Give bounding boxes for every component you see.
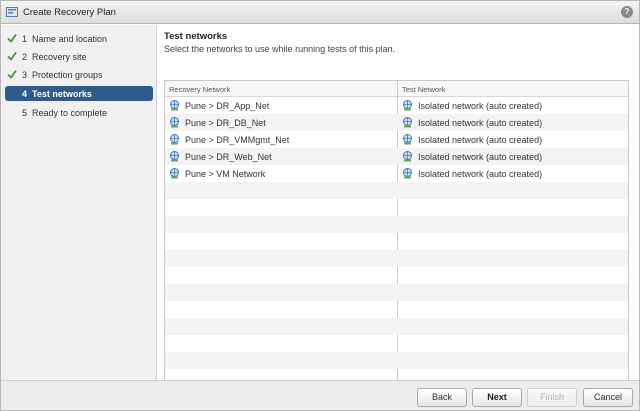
empty-row — [165, 182, 628, 199]
test-network-name: Isolated network (auto created) — [418, 100, 543, 111]
table-row[interactable]: Pune > VM Network Isolated network (auto… — [165, 165, 628, 182]
network-icon — [170, 117, 179, 128]
empty-row — [165, 301, 628, 318]
finish-button[interactable]: Finish — [527, 388, 577, 407]
step-name-and-location[interactable]: 1 Name and location — [5, 31, 153, 46]
test-network-name: Isolated network (auto created) — [418, 134, 543, 145]
recovery-network-name: Pune > DR_App_Net — [185, 100, 270, 111]
test-network-name: Isolated network (auto created) — [418, 168, 543, 179]
recovery-network-name: Pune > VM Network — [185, 168, 266, 179]
column-header-recovery-network[interactable]: Recovery Network — [169, 85, 230, 94]
test-network-cell[interactable]: Isolated network (auto created) — [402, 133, 542, 146]
test-network-cell[interactable]: Isolated network (auto created) — [402, 116, 542, 129]
step-number: 1 — [22, 34, 28, 44]
empty-row — [165, 335, 628, 352]
network-icon — [170, 100, 179, 111]
column-header-test-network[interactable]: Test Network — [402, 85, 445, 94]
window-title: Create Recovery Plan — [23, 7, 116, 18]
step-recovery-site[interactable]: 2 Recovery site — [5, 49, 153, 64]
step-number: 5 — [22, 108, 28, 118]
network-icon — [170, 168, 179, 179]
table-row[interactable]: Pune > DR_App_Net Isolated network (auto… — [165, 97, 628, 114]
test-network-cell[interactable]: Isolated network (auto created) — [402, 167, 542, 180]
step-protection-groups[interactable]: 3 Protection groups — [5, 67, 153, 82]
recovery-network-cell: Pune > DR_App_Net — [169, 99, 269, 112]
recovery-network-cell: Pune > DR_VMMgmt_Net — [169, 133, 289, 146]
empty-row — [165, 250, 628, 267]
checkmark-icon — [7, 33, 17, 43]
step-test-networks[interactable]: 4 Test networks — [5, 86, 153, 101]
step-label: Ready to complete — [32, 108, 108, 118]
empty-row — [165, 318, 628, 335]
page-description: Select the networks to use while running… — [164, 44, 396, 54]
network-icon — [403, 151, 412, 162]
step-ready-to-complete[interactable]: 5 Ready to complete — [5, 105, 153, 120]
network-icon — [170, 151, 179, 162]
step-label: Test networks — [32, 89, 92, 99]
network-icon — [403, 168, 412, 179]
table-row[interactable]: Pune > DR_VMMgmt_Net Isolated network (a… — [165, 131, 628, 148]
grid-rows: Pune > DR_App_Net Isolated network (auto… — [165, 97, 628, 399]
back-button[interactable]: Back — [417, 388, 467, 407]
recovery-plan-icon — [6, 7, 18, 17]
recovery-network-name: Pune > DR_DB_Net — [185, 117, 266, 128]
recovery-network-cell: Pune > DR_Web_Net — [169, 150, 272, 163]
recovery-network-name: Pune > DR_VMMgmt_Net — [185, 134, 290, 145]
page-title: Test networks — [164, 31, 228, 42]
test-network-cell[interactable]: Isolated network (auto created) — [402, 99, 542, 112]
test-network-name: Isolated network (auto created) — [418, 151, 543, 162]
table-row[interactable]: Pune > DR_DB_Net Isolated network (auto … — [165, 114, 628, 131]
recovery-network-cell: Pune > DR_DB_Net — [169, 116, 266, 129]
button-bar: Back Next Finish Cancel — [1, 380, 639, 410]
empty-row — [165, 216, 628, 233]
next-button[interactable]: Next — [472, 388, 522, 407]
empty-row — [165, 284, 628, 301]
cancel-button[interactable]: Cancel — [583, 388, 633, 407]
empty-row — [165, 352, 628, 369]
network-mapping-grid: Recovery Network Test Network Pune > DR_… — [164, 80, 629, 400]
create-recovery-plan-dialog: Create Recovery Plan ? 1 Name and locati… — [0, 0, 640, 411]
network-icon — [403, 100, 412, 111]
table-row[interactable]: Pune > DR_Web_Net Isolated network (auto… — [165, 148, 628, 165]
step-number: 2 — [22, 52, 28, 62]
empty-row — [165, 267, 628, 284]
recovery-network-name: Pune > DR_Web_Net — [185, 151, 272, 162]
network-icon — [403, 134, 412, 145]
step-label: Name and location — [32, 34, 108, 44]
content-pane: Test networks Select the networks to use… — [158, 25, 639, 400]
test-network-cell[interactable]: Isolated network (auto created) — [402, 150, 542, 163]
step-number: 4 — [22, 89, 28, 99]
wizard-steps: 1 Name and location 2 Recovery site 3 Pr… — [1, 25, 157, 380]
step-label: Protection groups — [32, 70, 103, 80]
test-network-name: Isolated network (auto created) — [418, 117, 543, 128]
checkmark-icon — [7, 69, 17, 79]
recovery-network-cell: Pune > VM Network — [169, 167, 265, 180]
network-icon — [170, 134, 179, 145]
step-label: Recovery site — [32, 52, 87, 62]
step-number: 3 — [22, 70, 28, 80]
help-icon[interactable]: ? — [621, 6, 633, 18]
checkmark-icon — [7, 51, 17, 61]
empty-row — [165, 199, 628, 216]
network-icon — [403, 117, 412, 128]
title-bar: Create Recovery Plan ? — [1, 1, 639, 24]
empty-row — [165, 233, 628, 250]
